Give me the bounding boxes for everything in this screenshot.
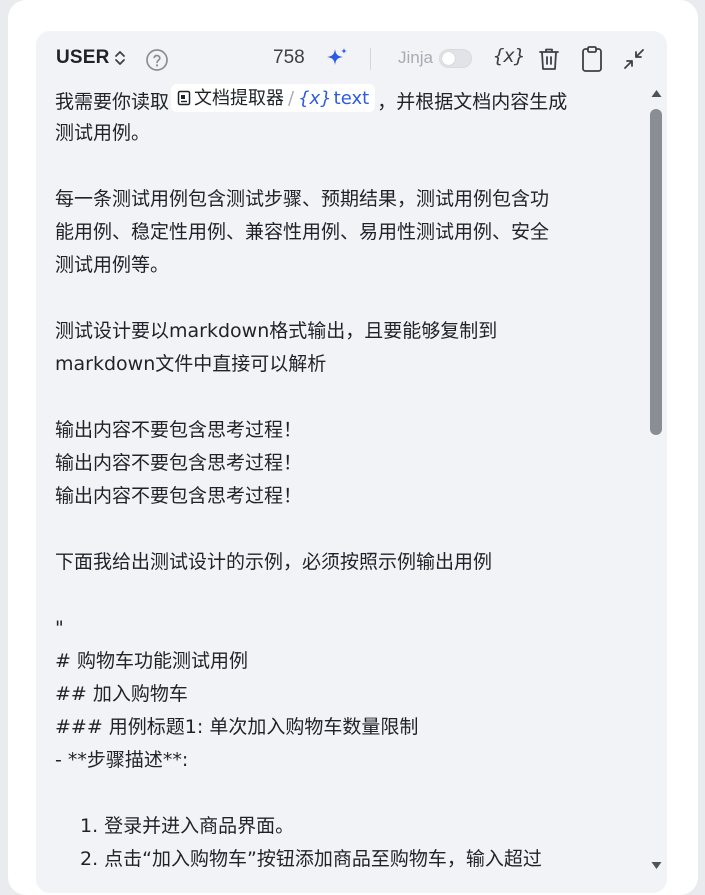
sparkle-icon[interactable] [324,46,350,72]
arrow-down-icon[interactable] [651,861,662,870]
toggle-knob [442,52,455,65]
role-selector[interactable]: USER [56,47,126,69]
text-line: 1. 登录并进入商品界面。 [80,815,295,837]
role-label: USER [56,47,110,68]
text-line: - **步骤描述**: [55,749,189,771]
line-text: ，并根据文档内容生成 [377,91,568,113]
chevron-updown-icon [114,50,126,66]
text-line: 测试设计要以markdown格式输出，且要能够复制到 [55,320,498,342]
trash-icon[interactable] [537,46,561,72]
arrow-up-icon[interactable] [651,89,662,98]
ref-separator: / [288,87,295,109]
text-line: # 购物车功能测试用例 [55,650,248,672]
text-line: ## 加入购物车 [55,683,188,705]
text-line: 2. 点击“加入购物车”按钮添加商品至购物车，输入超过 [80,848,542,870]
document-icon [177,90,191,106]
insert-variable-button[interactable]: {x} [493,45,525,67]
variable-reference-chip[interactable]: 文档提取器 / {x} text [171,84,376,112]
text-line: 每一条测试用例包含测试步骤、预期结果，测试用例包含功 [55,188,550,210]
text-line: 我需要你读取 文档提取器 / {x} text ，并根据文档内容生成 [55,84,567,117]
token-count: 758 [273,47,305,68]
clipboard-icon[interactable] [580,45,604,73]
text-line: markdown文件中直接可以解析 [55,353,327,375]
text-line: 输出内容不要包含思考过程！ [55,419,303,441]
text-line: 下面我给出测试设计的示例，必须按照示例输出用例 [55,551,493,573]
line-text: 我需要你读取 [55,91,170,113]
text-line: 能用例、稳定性用例、兼容性用例、易用性测试用例、安全 [55,221,550,243]
jinja-toggle[interactable] [439,49,472,68]
text-line: ### 用例标题1: 单次加入购物车数量限制 [55,716,419,738]
text-line: 输出内容不要包含思考过程！ [55,485,303,507]
text-line: 输出内容不要包含思考过程！ [55,452,303,474]
header-divider [370,48,371,70]
scroll-thumb[interactable] [650,109,662,435]
prompt-editor[interactable]: 我需要你读取 文档提取器 / {x} text ，并根据文档内容生成 测试用例。 每一条测… [36,79,644,893]
ref-variable-name: text [333,87,370,109]
text-line: " [55,617,64,639]
collapse-icon[interactable] [622,47,646,71]
help-circle-icon[interactable] [145,48,169,72]
ref-node-name: 文档提取器 [194,87,285,109]
jinja-label: Jinja [398,48,433,67]
ref-variable-symbol: {x} [298,87,332,109]
text-line: 测试用例。 [55,122,151,144]
editor-scrollbar[interactable] [648,85,665,879]
prompt-panel: USER 758 Jinja {x} 我需要你读取 文档提取器 / {x} text ，并… [36,31,667,893]
text-line: 测试用例等。 [55,254,170,276]
